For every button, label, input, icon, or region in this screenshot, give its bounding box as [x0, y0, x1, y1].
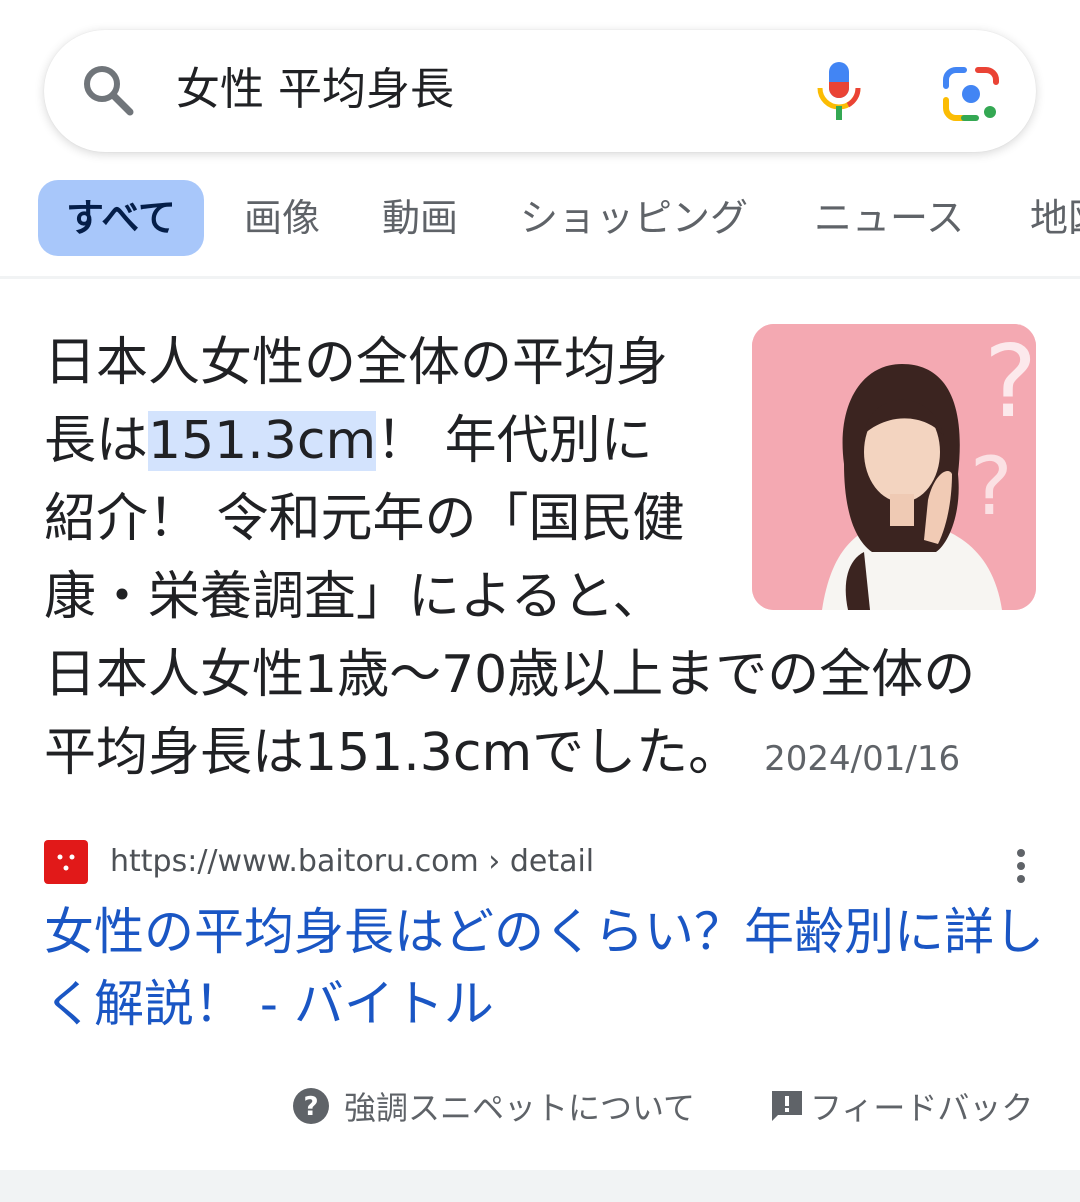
svg-text:?: ? [984, 324, 1036, 440]
about-label: 強調スニペットについて [344, 1089, 696, 1127]
favicon-face-icon [57, 854, 75, 871]
tab-news[interactable]: ニュース [814, 180, 964, 256]
snippet-date: 2024/01/16 [764, 739, 961, 779]
microphone-icon[interactable] [814, 58, 864, 124]
search-input[interactable]: 女性 平均身長 [176, 62, 454, 118]
tab-shopping[interactable]: ショッピング [520, 180, 748, 256]
feedback-label: フィードバック [810, 1089, 1034, 1127]
photo-illustration: ? ? [752, 324, 1036, 610]
snippet-highlight: 151.3cm [148, 411, 377, 471]
section-separator [0, 1170, 1080, 1202]
baitoru-favicon[interactable] [44, 840, 88, 884]
camera-lens-icon[interactable] [942, 66, 1000, 122]
help-circle-icon: ? [293, 1088, 329, 1124]
source-url[interactable]: https://www.baitoru.com › detail [110, 842, 594, 882]
more-vert-icon[interactable] [1006, 846, 1036, 886]
tab-maps[interactable]: 地図 [1030, 180, 1080, 256]
svg-text:?: ? [970, 440, 1012, 533]
tab-images[interactable]: 画像 [244, 180, 320, 256]
search-tabs: すべて 画像 動画 ショッピング ニュース 地図 [0, 180, 1080, 256]
woman-thinking-photo[interactable]: ? ? [752, 324, 1036, 610]
tab-videos[interactable]: 動画 [382, 180, 458, 256]
tabs-divider [0, 276, 1080, 279]
result-title-link[interactable]: 女性の平均身長はどのくらい？年齢別に詳しく解説！ - バイトル [44, 896, 1044, 1040]
search-icon[interactable] [80, 62, 136, 118]
feedback-icon [772, 1091, 802, 1121]
tab-all[interactable]: すべて [38, 180, 204, 256]
svg-text:?: ? [303, 1092, 318, 1122]
feedback-button[interactable]: フィードバック [770, 1082, 1033, 1130]
about-featured-snippets[interactable]: ? 強調スニペットについて [292, 1082, 695, 1130]
